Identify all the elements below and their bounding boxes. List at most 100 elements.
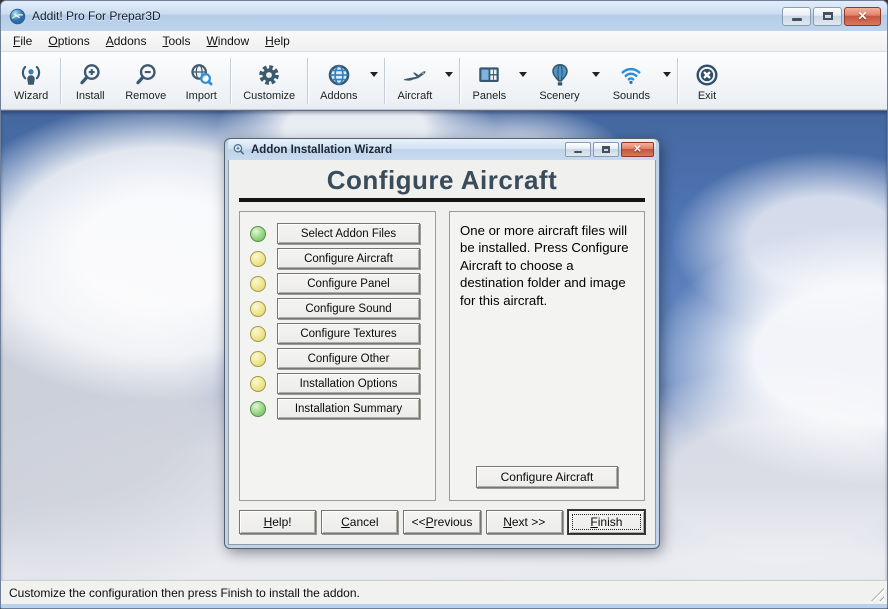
toolbar-separator xyxy=(459,58,460,104)
toolbar-panels-dropdown[interactable] xyxy=(515,54,530,108)
window-controls: ✕ xyxy=(782,7,881,26)
toolbar-label: Remove xyxy=(125,90,166,102)
maximize-icon xyxy=(602,146,610,153)
client-area: Addon Installation Wizard ✕ Configure Ai… xyxy=(1,110,887,580)
toolbar-install-button[interactable]: Install xyxy=(64,54,116,108)
step-row: Installation Summary xyxy=(250,398,420,419)
status-indicator xyxy=(250,251,266,267)
step-row: Select Addon Files xyxy=(250,223,420,244)
wizard-steps-panel: Select Addon Files Configure Aircraft Co… xyxy=(239,211,436,501)
toolbar-label: Sounds xyxy=(613,90,650,102)
dialog-close-button[interactable]: ✕ xyxy=(621,142,654,157)
minimize-icon xyxy=(792,18,802,21)
maximize-icon xyxy=(823,12,833,20)
menu-tools[interactable]: Tools xyxy=(154,32,198,51)
balloon-icon xyxy=(547,62,573,88)
menu-help[interactable]: Help xyxy=(257,32,298,51)
magnifier-minus-icon xyxy=(133,62,159,88)
wizard-icon xyxy=(18,62,44,88)
toolbar-label: Addons xyxy=(320,90,357,102)
toolbar: Wizard Install Remove xyxy=(1,52,887,110)
status-indicator xyxy=(250,351,266,367)
dialog-footer: Help! Cancel << Previous Next >> Finish xyxy=(239,510,645,534)
menu-addons[interactable]: Addons xyxy=(98,32,155,51)
close-icon: ✕ xyxy=(633,145,641,155)
status-indicator xyxy=(250,226,266,242)
menu-options[interactable]: Options xyxy=(40,32,97,51)
step-row: Configure Panel xyxy=(250,273,420,294)
dialog-minimize-button[interactable] xyxy=(565,142,591,157)
previous-button[interactable]: << Previous xyxy=(403,510,480,534)
toolbar-label: Wizard xyxy=(14,90,48,102)
globe-icon xyxy=(326,62,352,88)
configure-aircraft-action-button[interactable]: Configure Aircraft xyxy=(476,466,618,488)
configure-aircraft-step-button[interactable]: Configure Aircraft xyxy=(277,248,420,269)
gear-icon xyxy=(256,62,282,88)
toolbar-exit-button[interactable]: Exit xyxy=(681,54,733,108)
status-indicator xyxy=(250,401,266,417)
toolbar-separator xyxy=(677,58,678,104)
select-addon-files-button[interactable]: Select Addon Files xyxy=(277,223,420,244)
minimize-icon xyxy=(574,151,582,153)
addon-installation-wizard-dialog: Addon Installation Wizard ✕ Configure Ai… xyxy=(225,139,659,548)
dialog-heading: Configure Aircraft xyxy=(239,164,645,196)
globe-magnifier-icon xyxy=(188,62,214,88)
magnifier-plus-icon xyxy=(77,62,103,88)
resize-grip[interactable] xyxy=(871,588,884,601)
toolbar-separator xyxy=(307,58,308,104)
toolbar-addons-button[interactable]: Addons xyxy=(311,54,366,108)
toolbar-sounds-dropdown[interactable] xyxy=(659,54,674,108)
dialog-content: Select Addon Files Configure Aircraft Co… xyxy=(239,211,645,501)
window-title: Addit! Pro For Prepar3D xyxy=(32,9,782,23)
exit-icon xyxy=(694,62,720,88)
minimize-button[interactable] xyxy=(782,7,811,26)
toolbar-addons-dropdown[interactable] xyxy=(366,54,381,108)
close-icon: ✕ xyxy=(857,10,867,22)
toolbar-label: Aircraft xyxy=(397,90,432,102)
configure-sound-button[interactable]: Configure Sound xyxy=(277,298,420,319)
toolbar-sounds-button[interactable]: Sounds xyxy=(604,54,659,108)
configure-textures-button[interactable]: Configure Textures xyxy=(277,323,420,344)
toolbar-aircraft-dropdown[interactable] xyxy=(441,54,456,108)
toolbar-label: Import xyxy=(186,90,217,102)
status-indicator xyxy=(250,276,266,292)
step-row: Configure Sound xyxy=(250,298,420,319)
toolbar-scenery-dropdown[interactable] xyxy=(589,54,604,108)
next-button[interactable]: Next >> xyxy=(486,510,563,534)
chevron-down-icon xyxy=(519,72,527,77)
dialog-titlebar: Addon Installation Wizard ✕ xyxy=(228,139,656,160)
close-button[interactable]: ✕ xyxy=(844,7,881,26)
toolbar-label: Install xyxy=(76,90,105,102)
menu-file[interactable]: File xyxy=(5,32,40,51)
chevron-down-icon xyxy=(370,72,378,77)
menu-window[interactable]: Window xyxy=(198,32,257,51)
configure-panel-button[interactable]: Configure Panel xyxy=(277,273,420,294)
toolbar-label: Exit xyxy=(698,90,716,102)
status-indicator xyxy=(250,301,266,317)
step-row: Configure Aircraft xyxy=(250,248,420,269)
step-row: Configure Textures xyxy=(250,323,420,344)
toolbar-remove-button[interactable]: Remove xyxy=(116,54,175,108)
toolbar-import-button[interactable]: Import xyxy=(175,54,227,108)
chevron-down-icon xyxy=(592,72,600,77)
finish-button[interactable]: Finish xyxy=(568,510,645,534)
configure-other-button[interactable]: Configure Other xyxy=(277,348,420,369)
toolbar-aircraft-button[interactable]: Aircraft xyxy=(388,54,441,108)
toolbar-wizard-button[interactable]: Wizard xyxy=(5,54,57,108)
cancel-button[interactable]: Cancel xyxy=(321,510,398,534)
maximize-button[interactable] xyxy=(813,7,842,26)
toolbar-scenery-button[interactable]: Scenery xyxy=(530,54,588,108)
double-rule xyxy=(239,198,645,202)
installation-summary-button[interactable]: Installation Summary xyxy=(277,398,420,419)
installation-options-button[interactable]: Installation Options xyxy=(277,373,420,394)
airplane-icon xyxy=(401,62,429,88)
toolbar-label: Customize xyxy=(243,90,295,102)
toolbar-panels-button[interactable]: Panels xyxy=(463,54,515,108)
app-icon xyxy=(9,8,26,25)
help-button[interactable]: Help! xyxy=(239,510,316,534)
dialog-magnifier-plus-icon xyxy=(232,143,246,157)
toolbar-separator xyxy=(60,58,61,104)
dialog-maximize-button[interactable] xyxy=(593,142,619,157)
toolbar-customize-button[interactable]: Customize xyxy=(234,54,304,108)
info-text: One or more aircraft files will be insta… xyxy=(460,222,634,309)
